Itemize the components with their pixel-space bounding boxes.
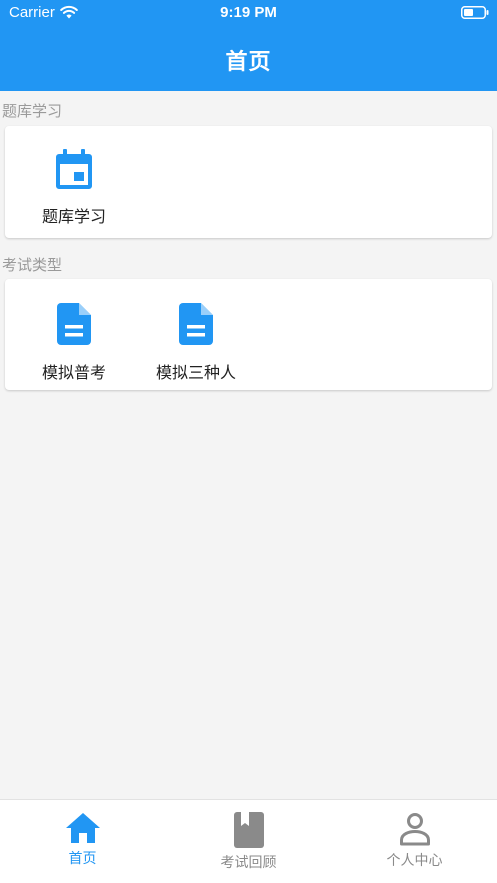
- section-label-question-bank: 题库学习: [2, 102, 63, 120]
- tab-profile[interactable]: 个人中心: [332, 800, 497, 883]
- battery-icon: [461, 6, 489, 19]
- tile-label: 模拟普考: [41, 363, 106, 382]
- section-label-exam-types: 考试类型: [2, 256, 63, 274]
- tab-label: 考试回顾: [220, 855, 277, 871]
- tab-home[interactable]: 首页: [0, 800, 165, 883]
- tile-question-bank[interactable]: 题库学习: [24, 149, 124, 227]
- document-icon: [179, 303, 213, 345]
- home-icon: [65, 813, 100, 843]
- question-bank-card: 题库学习: [5, 126, 492, 238]
- exam-types-card: 模拟普考 模拟三种人: [5, 279, 492, 390]
- tab-exam-review[interactable]: 考试回顾: [166, 800, 331, 883]
- status-time: 9:19 PM: [220, 4, 277, 21]
- tile-mock-general-exam[interactable]: 模拟普考: [24, 303, 124, 383]
- tab-label: 首页: [68, 851, 97, 867]
- document-icon: [57, 303, 91, 345]
- app-header: Carrier 9:19 PM 首页: [0, 0, 497, 91]
- page-title: 首页: [225, 50, 272, 75]
- calendar-icon: [56, 149, 92, 189]
- tile-label: 模拟三种人: [155, 363, 236, 382]
- status-bar: Carrier 9:19 PM: [0, 0, 497, 26]
- tab-bar: 首页 考试回顾 个人中心: [0, 799, 497, 883]
- book-icon: [233, 812, 264, 848]
- person-icon: [399, 813, 430, 846]
- tile-label: 题库学习: [41, 207, 106, 226]
- tile-mock-three-types[interactable]: 模拟三种人: [146, 303, 246, 383]
- tab-label: 个人中心: [386, 853, 443, 869]
